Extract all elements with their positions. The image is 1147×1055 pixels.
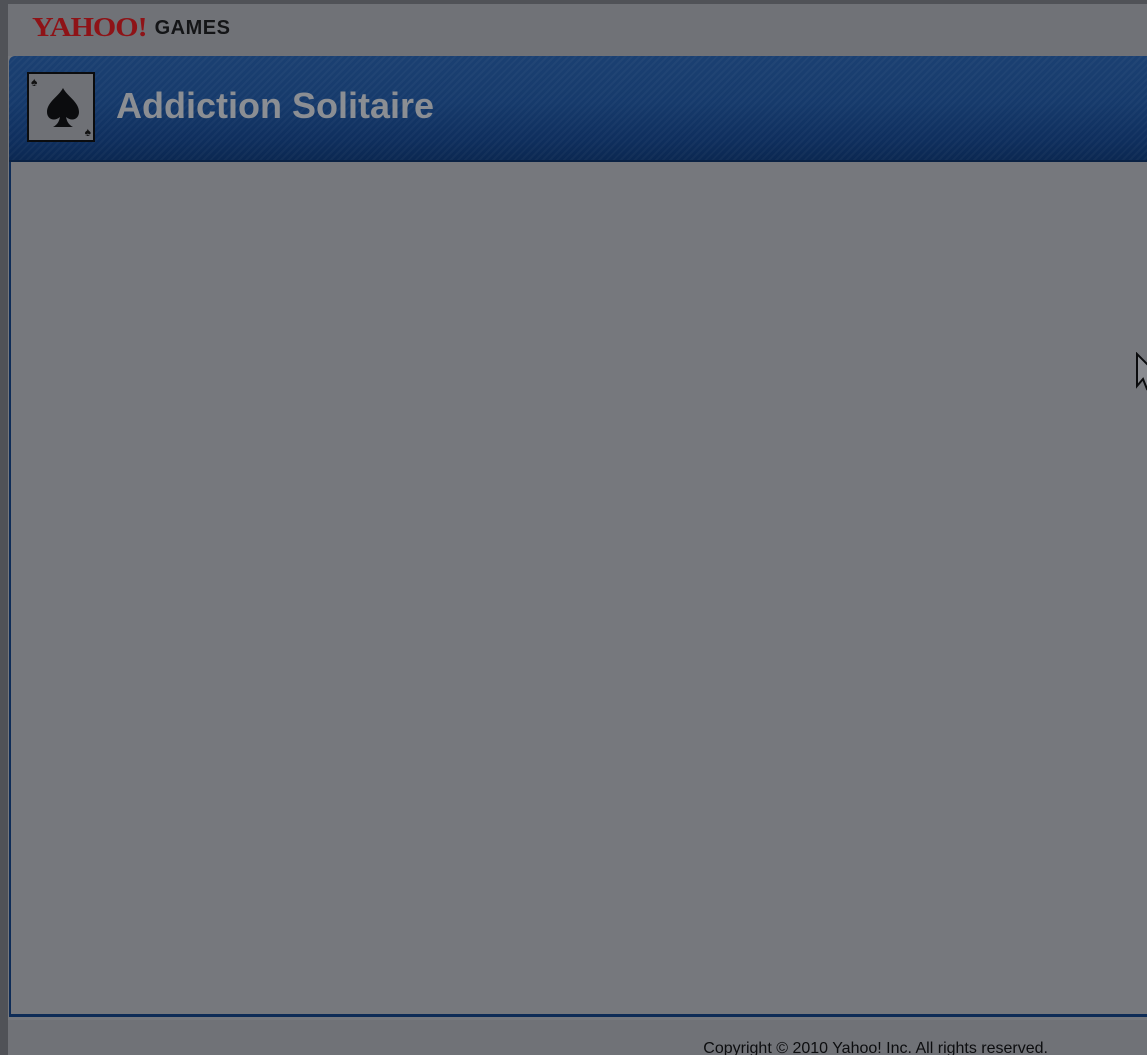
game-header-banner: ♠ ♠ Addiction Solitaire (9, 56, 1147, 162)
footer: Copyright © 2010 Yahoo! Inc. All rights … (8, 1020, 1147, 1055)
card-corner-spade-icon: ♠ (31, 75, 38, 89)
games-logo-text: GAMES (154, 17, 231, 39)
game-area[interactable] (9, 162, 1147, 1017)
yahoo-games-logo[interactable]: YAHOO! GAMES (32, 12, 230, 44)
card-corner-spade-icon: ♠ (84, 125, 91, 139)
spade-card-icon: ♠ ♠ (27, 72, 95, 142)
spade-icon (47, 88, 79, 127)
top-bar: YAHOO! GAMES (8, 4, 1147, 56)
game-title: Addiction Solitaire (116, 85, 435, 126)
copyright-text: Copyright © 2010 Yahoo! Inc. All rights … (703, 1040, 1048, 1055)
page: YAHOO! GAMES ♠ ♠ Addiction Solitaire Cop… (8, 4, 1147, 1055)
yahoo-logo-text: YAHOO! (32, 12, 148, 43)
mouse-pointer-icon (1136, 352, 1147, 391)
